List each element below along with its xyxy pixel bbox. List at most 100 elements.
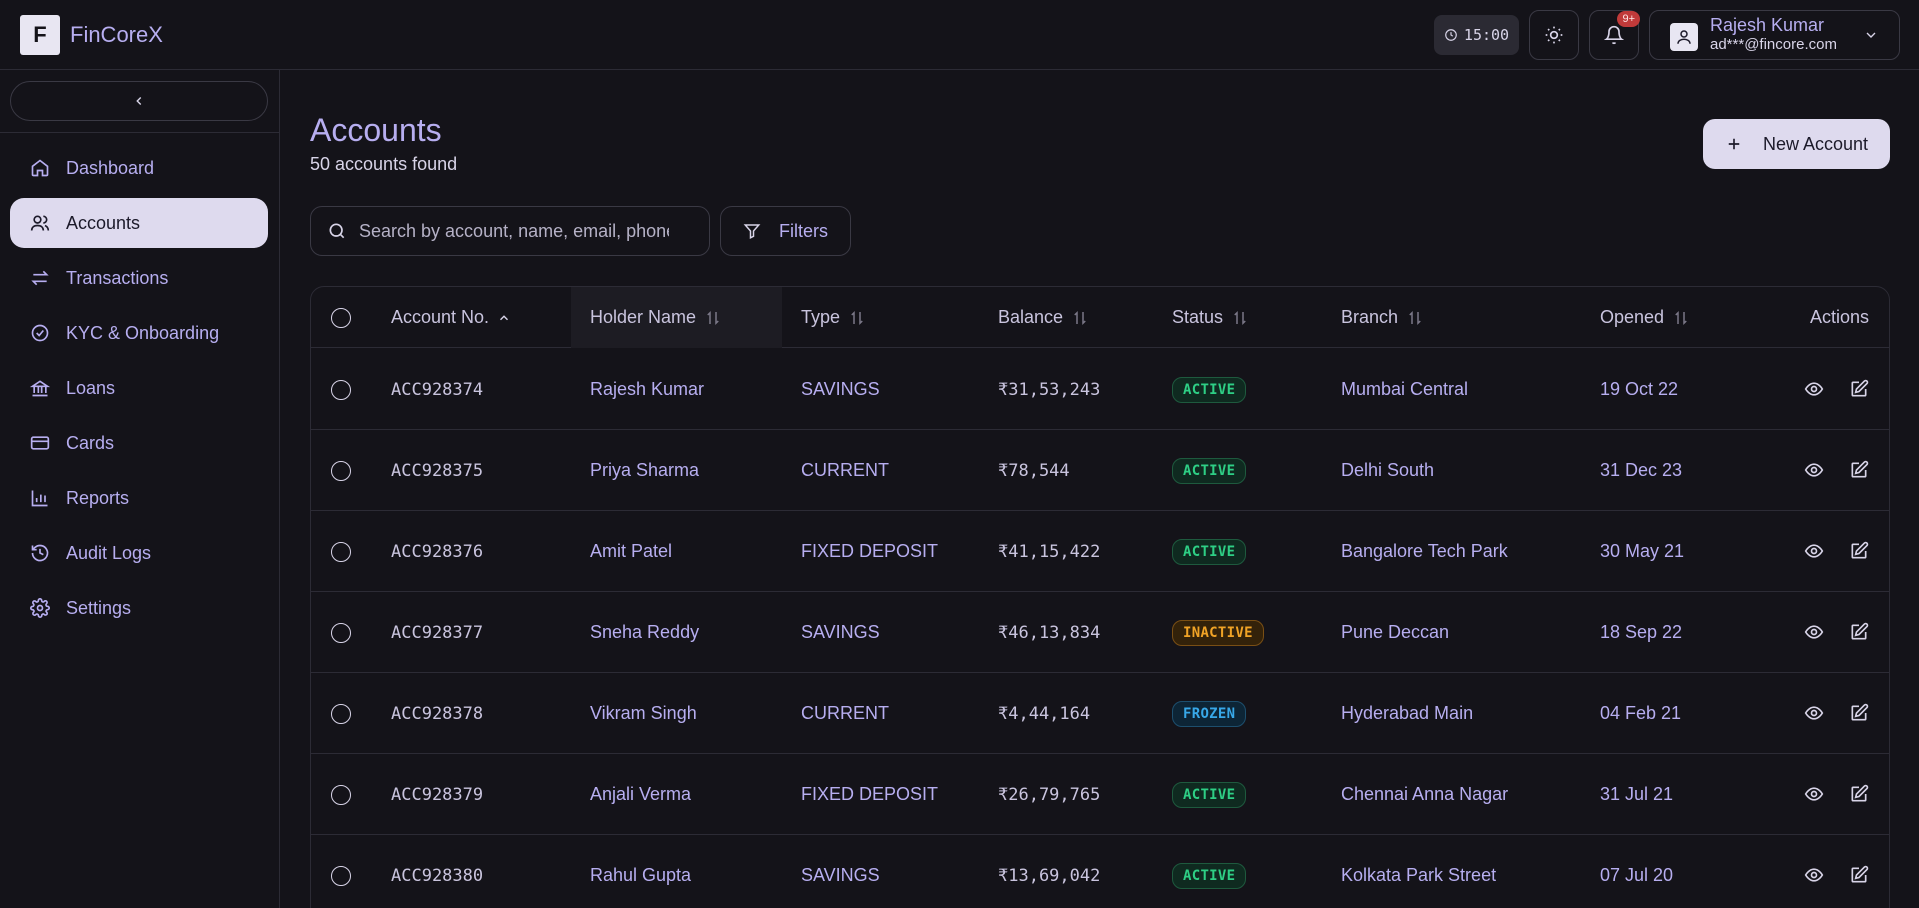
opened-date: 30 May 21 (1600, 541, 1685, 561)
account-number[interactable]: ACC928377 (391, 592, 483, 673)
view-button[interactable] (1804, 703, 1824, 728)
holder-name: Vikram Singh (590, 703, 697, 723)
col-holder-name[interactable]: Holder Name (590, 287, 722, 348)
holder-name: Amit Patel (590, 541, 673, 561)
edit-button[interactable] (1849, 784, 1869, 809)
row-select-radio[interactable] (331, 784, 351, 805)
table-row[interactable]: ACC928377 Sneha Reddy SAVINGS ₹46,13,834 INA… (311, 592, 1889, 673)
status-badge: FROZEN (1172, 700, 1247, 727)
table-row[interactable]: ACC928375 Priya Sharma CURRENT ₹78,544 ACTIV… (311, 430, 1889, 511)
row-select-radio[interactable] (331, 541, 351, 562)
view-button[interactable] (1804, 541, 1824, 566)
search-box (310, 206, 710, 256)
view-icon (1804, 868, 1824, 882)
holder-name: Sneha Reddy (590, 622, 700, 642)
theme-toggle-button[interactable] (1529, 10, 1579, 60)
account-type: CURRENT (801, 460, 889, 480)
view-button[interactable] (1804, 379, 1824, 404)
col-branch[interactable]: Branch (1341, 287, 1424, 348)
edit-icon (1851, 784, 1869, 802)
view-icon (1804, 382, 1824, 396)
balance: ₹13,69,042 (998, 865, 1101, 886)
table-row[interactable]: ACC928378 Vikram Singh CURRENT ₹4,44,164 FRO… (311, 673, 1889, 754)
user-name: Rajesh Kumar (1710, 15, 1825, 35)
col-account-no[interactable]: Account No. (391, 287, 511, 348)
sidebar-item-label: Cards (66, 432, 115, 453)
edit-button[interactable] (1849, 865, 1869, 890)
edit-icon (1851, 865, 1869, 883)
table-row[interactable]: ACC928376 Amit Patel FIXED DEPOSIT ₹41,15,4… (311, 511, 1889, 592)
view-button[interactable] (1804, 622, 1824, 647)
table-row[interactable]: ACC928380 Rahul Gupta SAVINGS ₹13,69,042 ACT… (311, 835, 1889, 908)
sidebar-item-reports[interactable]: Reports (10, 473, 268, 523)
col-status[interactable]: Status (1172, 287, 1249, 348)
select-all-radio-cell (331, 287, 351, 348)
filters-button[interactable]: Filters (720, 206, 851, 256)
account-number[interactable]: ACC928375 (391, 430, 483, 511)
notification-badge: 9+ (1617, 11, 1640, 27)
col-label: Branch (1341, 307, 1399, 327)
sidebar-item-kyc[interactable]: KYC & Onboarding (10, 308, 268, 358)
col-label: Balance (998, 307, 1064, 327)
view-button[interactable] (1804, 460, 1824, 485)
col-label: Account No. (391, 307, 490, 327)
opened-date: 31 Dec 23 (1600, 460, 1683, 480)
balance: ₹46,13,834 (998, 622, 1101, 643)
edit-button[interactable] (1849, 541, 1869, 566)
user-email: ad***@fincore.com (1710, 36, 1837, 53)
sidebar-collapse-button[interactable] (10, 81, 268, 121)
account-number[interactable]: ACC928378 (391, 673, 483, 754)
sidebar-item-cards[interactable]: Cards (10, 418, 268, 468)
search-input[interactable] (359, 220, 669, 242)
account-number[interactable]: ACC928374 (391, 349, 483, 430)
sidebar-item-dashboard[interactable]: Dashboard (10, 143, 268, 193)
history-icon (31, 544, 49, 562)
edit-button[interactable] (1849, 622, 1869, 647)
card-icon (30, 436, 50, 450)
view-icon (1804, 544, 1824, 558)
results-count: 50 accounts found (310, 154, 458, 174)
row-select-radio[interactable] (331, 865, 351, 886)
row-select-cell (331, 349, 351, 430)
account-number[interactable]: ACC928380 (391, 835, 483, 908)
sidebar-item-label: Reports (66, 487, 130, 508)
gear-icon (30, 598, 50, 618)
status-cell: ACTIVE (1172, 754, 1247, 835)
sidebar-item-settings[interactable]: Settings (10, 583, 268, 633)
col-type[interactable]: Type (801, 287, 866, 348)
account-number[interactable]: ACC928379 (391, 754, 483, 835)
sidebar-item-audit-logs[interactable]: Audit Logs (10, 528, 268, 578)
plus-icon (1728, 138, 1740, 150)
notifications-button[interactable]: 9+ (1589, 10, 1640, 60)
table-row[interactable]: ACC928374 Rajesh Kumar SAVINGS ₹31,53,243 AC… (311, 349, 1889, 430)
home-icon (31, 159, 49, 177)
account-number[interactable]: ACC928376 (391, 511, 483, 592)
row-select-radio[interactable] (331, 703, 351, 724)
row-select-radio[interactable] (331, 622, 351, 643)
col-label: Actions (1810, 307, 1870, 327)
status-badge: ACTIVE (1172, 862, 1247, 889)
row-select-radio[interactable] (331, 379, 351, 400)
row-select-radio[interactable] (331, 460, 351, 481)
select-all-radio[interactable] (331, 307, 351, 328)
edit-button[interactable] (1849, 379, 1869, 404)
balance: ₹31,53,243 (998, 379, 1101, 400)
sort-icon (1675, 310, 1687, 325)
col-balance[interactable]: Balance (998, 287, 1089, 348)
edit-button[interactable] (1849, 703, 1869, 728)
sidebar-divider (0, 132, 279, 133)
col-opened[interactable]: Opened (1600, 287, 1690, 348)
view-button[interactable] (1804, 784, 1824, 809)
sidebar-item-transactions[interactable]: Transactions (10, 253, 268, 303)
col-actions: Actions (1810, 287, 1869, 348)
holder-name: Anjali Verma (590, 784, 692, 804)
user-menu-button[interactable]: Rajesh Kumar ad***@fincore.com (1649, 10, 1900, 60)
view-button[interactable] (1804, 865, 1824, 890)
edit-button[interactable] (1849, 460, 1869, 485)
sidebar-item-loans[interactable]: Loans (10, 363, 268, 413)
sidebar-item-label: Loans (66, 377, 116, 398)
table-row[interactable]: ACC928379 Anjali Verma FIXED DEPOSIT ₹26,79… (311, 754, 1889, 835)
sidebar-item-accounts[interactable]: Accounts (10, 198, 268, 248)
status-cell: FROZEN (1172, 673, 1247, 754)
new-account-button[interactable]: New Account (1703, 119, 1890, 169)
